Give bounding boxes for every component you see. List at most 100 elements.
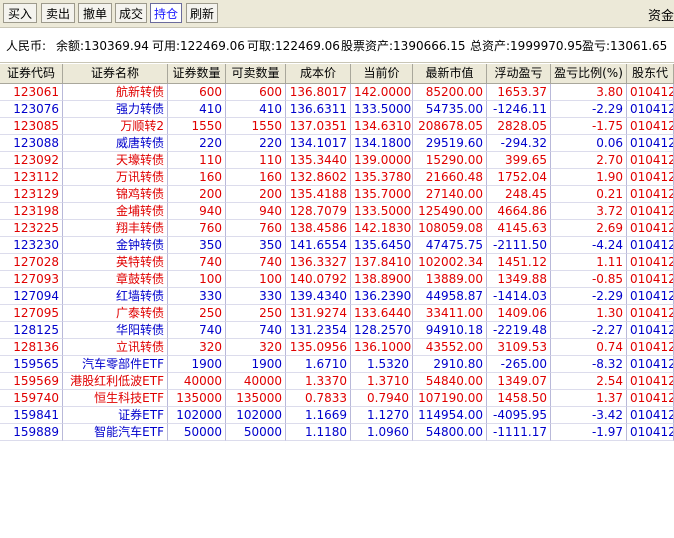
cell-code-col: 128136 [0, 339, 63, 356]
table-row[interactable]: 123088 威唐转债 220 220 134.1017 134.1800 29519.60… [0, 135, 674, 152]
cell-pl-ratio-col: -3.42 [551, 407, 627, 424]
cell-cost-col: 135.3440 [286, 152, 351, 169]
table-row[interactable]: 159569 港股红利低波ETF 40000 40000 1.3370 1.3710 548… [0, 373, 674, 390]
cell-name-col: 恒生科技ETF [63, 390, 168, 407]
header-holder-col[interactable]: 股东代 [627, 64, 674, 83]
toolbar: 买入 卖出 撤单 成交 持仓 刷新 资金 [0, 0, 674, 28]
cell-price-col: 134.1800 [351, 135, 413, 152]
table-row[interactable]: 123076 强力转债 410 410 136.6311 133.5000 54735.00… [0, 101, 674, 118]
cell-holder-col: 010412 [627, 84, 674, 101]
header-qty-col[interactable]: 证券数量 [168, 64, 226, 83]
table-row[interactable]: 123092 天壕转债 110 110 135.3440 139.0000 15290.00… [0, 152, 674, 169]
cell-holder-col: 010412 [627, 373, 674, 390]
cell-qty-col: 100 [168, 271, 226, 288]
cell-market-value-col: 21660.48 [413, 169, 487, 186]
cell-market-value-col: 43552.00 [413, 339, 487, 356]
header-pl-ratio-col[interactable]: 盈亏比例(%) [551, 64, 627, 83]
header-cost-col[interactable]: 成本价 [286, 64, 351, 83]
positions-tab[interactable]: 持仓 [150, 3, 182, 23]
cell-name-col: 智能汽车ETF [63, 424, 168, 441]
positions-table: 证券代码 证券名称 证券数量 可卖数量 成本价 当前价 最新市值 浮动盈亏 盈亏比例(%) 股东代… [0, 64, 674, 538]
cell-price-col: 142.0000 [351, 84, 413, 101]
table-row[interactable]: 128136 立讯转债 320 320 135.0956 136.1000 43552.00… [0, 339, 674, 356]
cell-price-col: 133.6440 [351, 305, 413, 322]
cell-float-pl-col: 248.45 [487, 186, 551, 203]
header-price-col[interactable]: 当前价 [351, 64, 413, 83]
cell-sellable-col: 600 [226, 84, 286, 101]
table-row[interactable]: 123112 万讯转债 160 160 132.8602 135.3780 21660.48… [0, 169, 674, 186]
table-row[interactable]: 127028 英特转债 740 740 136.3327 137.8410 102002.3… [0, 254, 674, 271]
cell-name-col: 华阳转债 [63, 322, 168, 339]
cell-float-pl-col: 1458.50 [487, 390, 551, 407]
cell-name-col: 威唐转债 [63, 135, 168, 152]
table-row[interactable]: 123085 万顺转2 1550 1550 137.0351 134.6310 208678… [0, 118, 674, 135]
table-row[interactable]: 159889 智能汽车ETF 50000 50000 1.1180 1.0960 54800… [0, 424, 674, 441]
header-market-value-col[interactable]: 最新市值 [413, 64, 487, 83]
cell-float-pl-col: -294.32 [487, 135, 551, 152]
cell-name-col: 红墙转债 [63, 288, 168, 305]
cell-sellable-col: 135000 [226, 390, 286, 407]
cell-sellable-col: 220 [226, 135, 286, 152]
cell-sellable-col: 1550 [226, 118, 286, 135]
available-value: 可用:122469.06 [152, 39, 245, 53]
cell-price-col: 0.7940 [351, 390, 413, 407]
cell-market-value-col: 102002.34 [413, 254, 487, 271]
header-sellable-col[interactable]: 可卖数量 [226, 64, 286, 83]
cancel-order-button[interactable]: 撤单 [78, 3, 112, 23]
table-row[interactable]: 127094 红墙转债 330 330 139.4340 136.2390 44958.87… [0, 288, 674, 305]
header-name-col[interactable]: 证券名称 [63, 64, 168, 83]
cell-float-pl-col: 1349.07 [487, 373, 551, 390]
cell-pl-ratio-col: -2.29 [551, 288, 627, 305]
table-row[interactable]: 128125 华阳转债 740 740 131.2354 128.2570 94910.18… [0, 322, 674, 339]
table-header: 证券代码 证券名称 证券数量 可卖数量 成本价 当前价 最新市值 浮动盈亏 盈亏比例(%) 股东代 [0, 64, 674, 84]
cell-code-col: 159569 [0, 373, 63, 390]
cell-cost-col: 136.3327 [286, 254, 351, 271]
refresh-button[interactable]: 刷新 [186, 3, 218, 23]
cell-qty-col: 410 [168, 101, 226, 118]
table-row[interactable]: 123225 翔丰转债 760 760 138.4586 142.1830 108059.0… [0, 220, 674, 237]
buy-button[interactable]: 买入 [3, 3, 37, 23]
cell-float-pl-col: 1349.88 [487, 271, 551, 288]
table-row[interactable]: 159565 汽车零部件ETF 1900 1900 1.6710 1.5320 2910.8… [0, 356, 674, 373]
cell-pl-ratio-col: 0.74 [551, 339, 627, 356]
table-row[interactable]: 127095 广泰转债 250 250 131.9274 133.6440 33411.00… [0, 305, 674, 322]
sell-button[interactable]: 卖出 [41, 3, 75, 23]
table-row[interactable]: 159740 恒生科技ETF 135000 135000 0.7833 0.7940 107… [0, 390, 674, 407]
table-row[interactable]: 123061 航新转债 600 600 136.8017 142.0000 85200.00… [0, 84, 674, 101]
header-code-col[interactable]: 证券代码 [0, 64, 63, 83]
cell-code-col: 123076 [0, 101, 63, 118]
cell-holder-col: 010412 [627, 254, 674, 271]
cell-name-col: 立讯转债 [63, 339, 168, 356]
cell-cost-col: 1.3370 [286, 373, 351, 390]
table-row[interactable]: 127093 章鼓转债 100 100 140.0792 138.8900 13889.00… [0, 271, 674, 288]
cell-float-pl-col: -4095.95 [487, 407, 551, 424]
cell-code-col: 128125 [0, 322, 63, 339]
cell-cost-col: 131.2354 [286, 322, 351, 339]
cell-cost-col: 139.4340 [286, 288, 351, 305]
funds-label[interactable]: 资金 [648, 5, 674, 24]
cell-pl-ratio-col: 1.90 [551, 169, 627, 186]
cell-sellable-col: 740 [226, 254, 286, 271]
cell-cost-col: 1.1669 [286, 407, 351, 424]
cell-cost-col: 140.0792 [286, 271, 351, 288]
trades-button[interactable]: 成交 [115, 3, 147, 23]
cell-qty-col: 102000 [168, 407, 226, 424]
cell-sellable-col: 200 [226, 186, 286, 203]
cell-price-col: 139.0000 [351, 152, 413, 169]
table-row[interactable]: 123198 金埔转债 940 940 128.7079 133.5000 125490.0… [0, 203, 674, 220]
cell-float-pl-col: 399.65 [487, 152, 551, 169]
table-row[interactable]: 123230 金钟转债 350 350 141.6554 135.6450 47475.75… [0, 237, 674, 254]
cell-pl-ratio-col: 3.72 [551, 203, 627, 220]
cell-name-col: 港股红利低波ETF [63, 373, 168, 390]
cell-qty-col: 600 [168, 84, 226, 101]
header-float-pl-col[interactable]: 浮动盈亏 [487, 64, 551, 83]
table-row[interactable]: 123129 锦鸡转债 200 200 135.4188 135.7000 27140.00… [0, 186, 674, 203]
table-row[interactable]: 159841 证券ETF 102000 102000 1.1669 1.1270 11495… [0, 407, 674, 424]
cell-qty-col: 250 [168, 305, 226, 322]
cell-name-col: 汽车零部件ETF [63, 356, 168, 373]
cell-float-pl-col: 2828.05 [487, 118, 551, 135]
cell-holder-col: 010412 [627, 101, 674, 118]
cell-market-value-col: 107190.00 [413, 390, 487, 407]
withdrawable-value: 可取:122469.06 [247, 39, 340, 53]
cell-name-col: 金埔转债 [63, 203, 168, 220]
